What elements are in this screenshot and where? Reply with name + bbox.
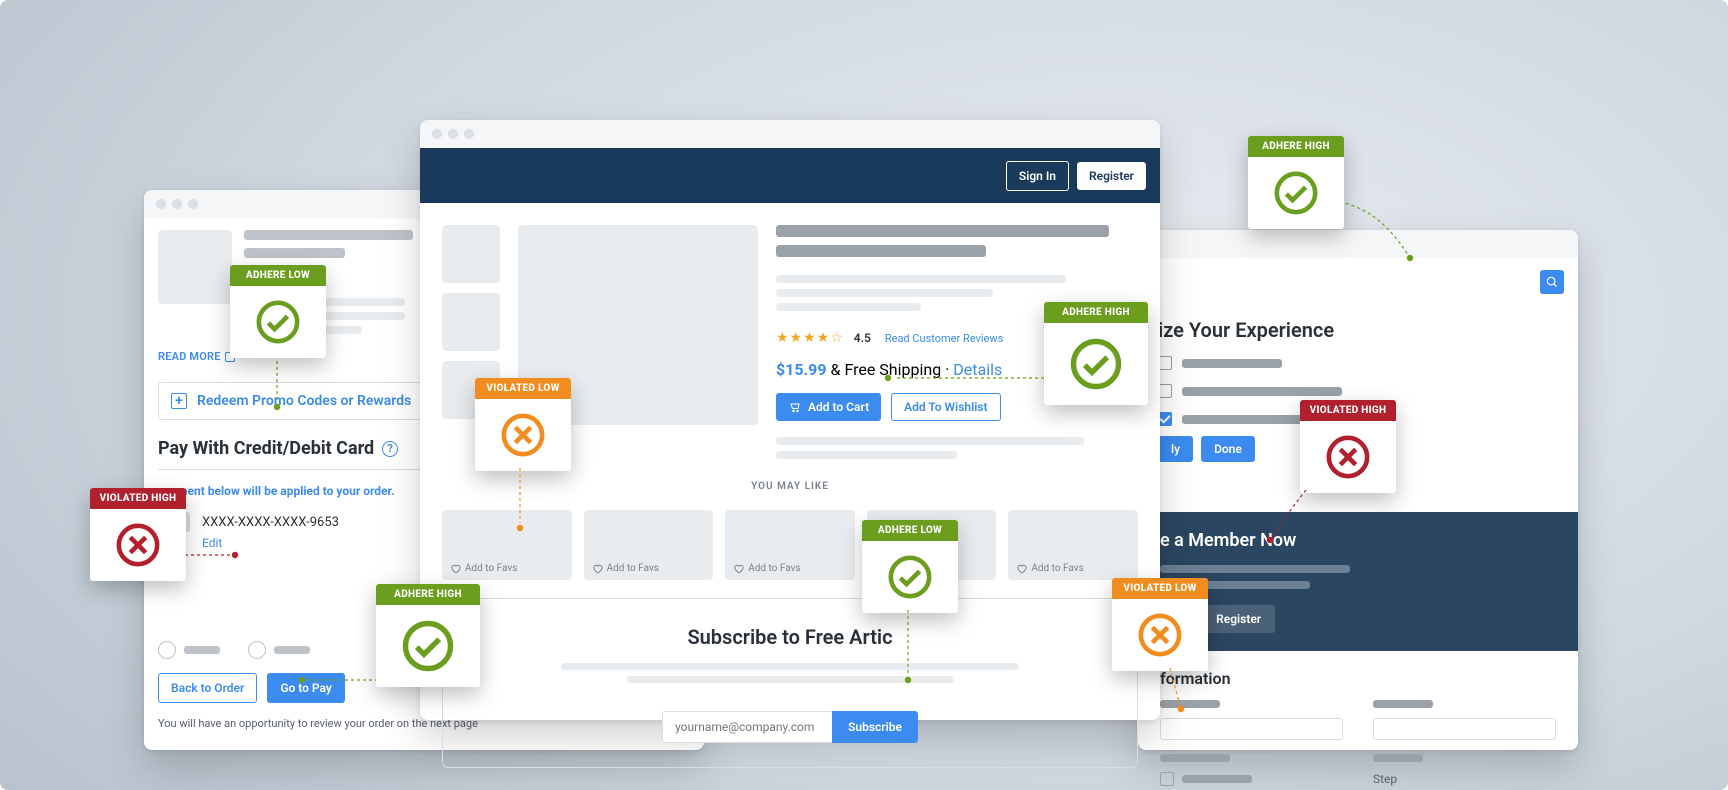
add-to-cart-button[interactable]: Add to Cart: [776, 393, 881, 421]
suggestion-card[interactable]: Add to Favs: [1008, 510, 1138, 580]
assess-adhere-high: ADHERE HIGH: [1044, 302, 1148, 405]
cart-icon: [788, 401, 802, 413]
search-icon: [1545, 275, 1559, 289]
promo-label: Redeem Promo Codes or Rewards: [197, 393, 411, 409]
section-title: formation: [1160, 669, 1556, 688]
assess-violated-high: VIOLATED HIGH: [1300, 400, 1396, 493]
option-checkbox[interactable]: [1158, 356, 1172, 370]
assess-adhere-high: ADHERE HIGH: [1248, 136, 1344, 229]
done-button[interactable]: Done: [1201, 436, 1255, 462]
assess-label: ADHERE HIGH: [376, 584, 480, 605]
rating-value: 4.5: [854, 331, 871, 345]
suggestion-card[interactable]: Add to Favs: [725, 510, 855, 580]
window-chrome: [420, 120, 1160, 148]
star-icons: ★★★★☆: [776, 330, 844, 346]
option-checkbox-checked[interactable]: [1158, 412, 1172, 426]
x-icon: [115, 522, 161, 568]
nav-signin-button[interactable]: Sign In: [1006, 161, 1069, 191]
option-checkbox[interactable]: [1158, 384, 1172, 398]
thumb[interactable]: [442, 293, 500, 351]
heart-icon: [450, 563, 461, 574]
product-thumb: [158, 230, 232, 304]
information-section: formation Step: [1138, 651, 1578, 790]
details-link[interactable]: Details: [953, 360, 1002, 379]
suggestion-card[interactable]: Add to Favs: [584, 510, 714, 580]
search-button[interactable]: [1540, 270, 1564, 294]
subscribe-panel: Subscribe to Free Artic Subscribe: [442, 598, 1138, 768]
assess-violated-high: VIOLATED HIGH: [90, 488, 186, 581]
radio-option[interactable]: [248, 641, 266, 659]
personalize-heading: ize Your Experience: [1158, 318, 1558, 342]
x-icon: [1137, 612, 1183, 658]
window-chrome: [1138, 230, 1578, 258]
assess-adhere-low: ADHERE LOW: [230, 265, 326, 358]
register-button[interactable]: Register: [1202, 605, 1275, 633]
nav-register-button[interactable]: Register: [1077, 162, 1146, 190]
assess-label: ADHERE LOW: [862, 520, 958, 541]
assess-violated-low: VIOLATED LOW: [475, 378, 571, 471]
check-icon: [887, 554, 933, 600]
assess-violated-low: VIOLATED LOW: [1112, 578, 1208, 671]
assess-label: ADHERE LOW: [230, 265, 326, 286]
suggestion-card[interactable]: Add to Favs: [442, 510, 572, 580]
assess-adhere-high: ADHERE HIGH: [376, 584, 480, 687]
edit-link[interactable]: Edit: [202, 536, 222, 550]
add-to-wishlist-button[interactable]: Add To Wishlist: [891, 393, 1000, 421]
plus-icon: +: [171, 393, 187, 409]
assess-label: VIOLATED HIGH: [1300, 400, 1396, 421]
assess-label: ADHERE HIGH: [1248, 136, 1344, 157]
assess-label: ADHERE HIGH: [1044, 302, 1148, 323]
go-to-pay-button[interactable]: Go to Pay: [267, 673, 345, 703]
email-input[interactable]: [662, 711, 832, 743]
check-icon: [1273, 170, 1319, 216]
apply-button[interactable]: ly: [1158, 436, 1193, 462]
back-button[interactable]: Back to Order: [158, 673, 257, 703]
x-icon: [1325, 434, 1371, 480]
radio-option[interactable]: [158, 641, 176, 659]
placeholder-text: [1182, 387, 1342, 396]
you-may-like-label: YOU MAY LIKE: [442, 481, 1138, 492]
step-label: Step: [1373, 772, 1556, 786]
suggestion-cards: Add to Favs Add to Favs Add to Favs Add …: [442, 510, 1138, 580]
shipping-text: & Free Shipping ·: [831, 360, 950, 379]
placeholder-text: [1182, 359, 1282, 368]
reviews-link[interactable]: Read Customer Reviews: [885, 332, 1003, 345]
read-more-link[interactable]: READ MORE: [158, 350, 235, 363]
add-to-favs[interactable]: Add to Favs: [450, 563, 517, 574]
subscribe-button[interactable]: Subscribe: [832, 711, 918, 743]
check-icon: [1069, 337, 1123, 391]
top-nav: Sign In Register: [420, 148, 1160, 203]
info-checkbox[interactable]: [1160, 772, 1174, 786]
price: $15.99: [776, 360, 827, 379]
thumb[interactable]: [442, 225, 500, 283]
check-icon: [255, 299, 301, 345]
assess-adhere-low: ADHERE LOW: [862, 520, 958, 613]
assess-label: VIOLATED LOW: [475, 378, 571, 399]
subscribe-title: Subscribe to Free Artic: [463, 625, 1117, 649]
assess-label: VIOLATED LOW: [1112, 578, 1208, 599]
member-title: e a Member Now: [1160, 530, 1556, 551]
check-icon: [401, 619, 455, 673]
masked-card: XXXX-XXXX-XXXX-9653: [202, 515, 339, 530]
placeholder-text: [1182, 415, 1312, 424]
info-icon[interactable]: ?: [382, 441, 398, 457]
x-icon: [500, 412, 546, 458]
assess-label: VIOLATED HIGH: [90, 488, 186, 509]
